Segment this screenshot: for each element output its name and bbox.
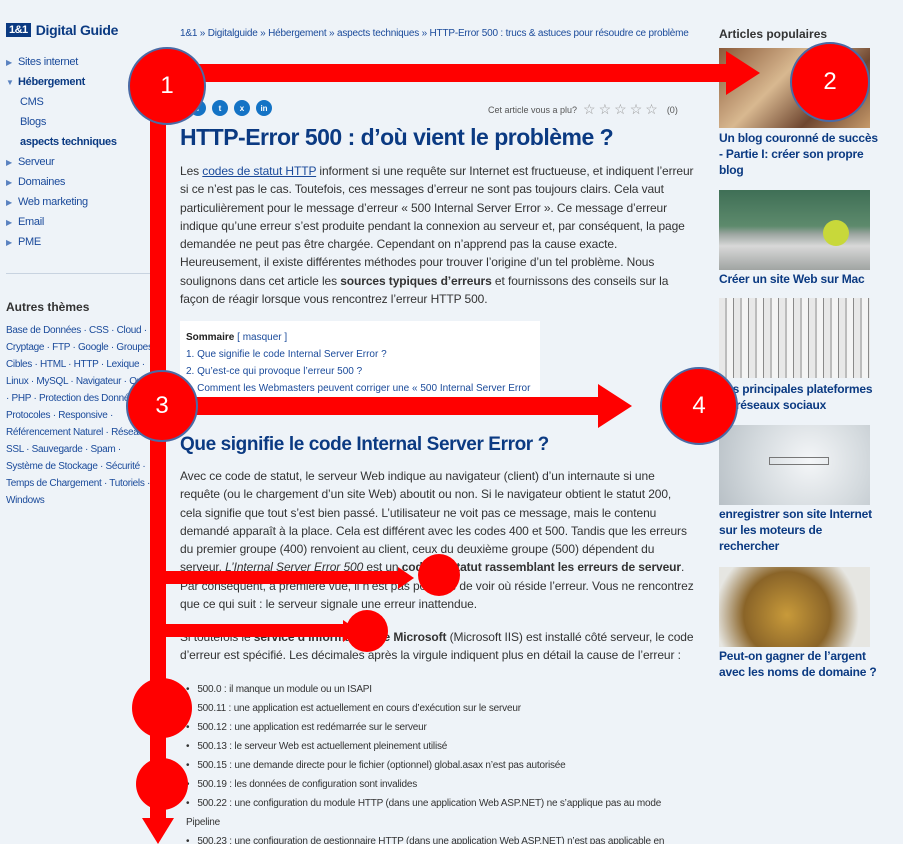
article-link[interactable]: Peut-on gagner de l’argent avec les noms…	[719, 648, 879, 680]
list-item: 500.11 : une application est actuellemen…	[186, 699, 696, 718]
nav-item-domaines[interactable]: ▶ Domaines	[6, 172, 156, 192]
popular-articles: Articles populaires Un blog couronné de …	[718, 0, 903, 844]
status-codes-link[interactable]: codes de statut HTTP	[202, 164, 316, 178]
arrow-small	[165, 624, 345, 637]
arrow-head-right	[598, 384, 632, 428]
xing-icon[interactable]: x	[234, 100, 250, 116]
toc-toggle[interactable]: [ masquer ]	[237, 332, 287, 343]
rating-stars[interactable]: ☆☆☆☆☆	[583, 101, 661, 118]
marker-dot	[136, 758, 188, 810]
marker-dot	[132, 678, 192, 738]
arrow-1-to-2	[190, 64, 730, 82]
list-item: 500.19 : les données de configuration so…	[186, 775, 696, 794]
expand-icon: ▶	[6, 157, 12, 167]
breadcrumb[interactable]: 1&1 » Digitalguide » Hébergement » aspec…	[180, 26, 690, 41]
list-item: 500.0 : il manque un module ou un ISAPI	[186, 680, 696, 699]
marker-dot	[418, 554, 460, 596]
arrow-head-right	[726, 51, 760, 95]
article-rating: Cet article vous a plu? ☆☆☆☆☆ (0)	[488, 101, 678, 118]
marker-3: 3	[126, 370, 198, 442]
list-item: 500.13 : le serveur Web est actuellement…	[186, 737, 696, 756]
sidebar-divider	[6, 273, 154, 274]
coins-jar-image[interactable]	[719, 567, 870, 647]
nav-item-pme[interactable]: ▶ PME	[6, 232, 156, 252]
popular-heading: Articles populaires	[719, 27, 828, 41]
collapse-icon: ▼	[6, 77, 14, 87]
rating-count: (0)	[666, 104, 678, 115]
arrow-small	[165, 571, 400, 584]
marker-1: 1	[128, 47, 206, 125]
nav-item-email[interactable]: ▶ Email	[6, 212, 156, 232]
article-link[interactable]: Les principales plateformes de réseaux s…	[719, 381, 879, 413]
nav-item-blogs[interactable]: Blogs	[6, 112, 156, 132]
social-media-image[interactable]	[719, 298, 870, 378]
expand-icon: ▶	[6, 177, 12, 187]
article-link[interactable]: Créer un site Web sur Mac	[719, 271, 879, 287]
marker-4: 4	[660, 367, 738, 445]
arrow-head-down	[142, 818, 174, 844]
page-title: HTTP-Error 500 : d’où vient le problème …	[180, 124, 614, 150]
toc-title: Sommaire [ masquer ]	[186, 332, 288, 343]
article-link[interactable]: Un blog couronné de succès - Partie I: c…	[719, 130, 879, 178]
expand-icon: ▶	[6, 237, 12, 247]
article-link[interactable]: enregistrer son site Internet sur les mo…	[719, 506, 879, 554]
site-logo[interactable]: 1&1 Digital Guide	[6, 22, 118, 38]
search-sketch-image[interactable]	[719, 425, 870, 505]
error-code-list: 500.0 : il manque un module ou un ISAPI …	[186, 680, 696, 844]
nav-item-aspects-techniques[interactable]: aspects techniques	[6, 132, 156, 152]
list-item: 500.22 : une configuration du module HTT…	[186, 794, 696, 832]
intro-paragraph: Les codes de statut HTTP informent si un…	[180, 164, 694, 307]
rating-label: Cet article vous a plu?	[488, 104, 578, 115]
toc-item[interactable]: 2. Qu’est-ce qui provoque l’erreur 500 ?	[186, 363, 534, 380]
logo-badge: 1&1	[6, 23, 31, 37]
nav-item-serveur[interactable]: ▶ Serveur	[6, 152, 156, 172]
marker-dot	[346, 610, 388, 652]
arrow-3-to-4	[190, 397, 600, 415]
toc-item[interactable]: 1. Que signifie le code Internal Server …	[186, 346, 534, 363]
logo-text: Digital Guide	[35, 22, 119, 38]
list-item: 500.12 : une application est redémarrée …	[186, 718, 696, 737]
section-heading: Que signifie le code Internal Server Err…	[180, 434, 549, 455]
linkedin-icon[interactable]: in	[256, 100, 272, 116]
list-item: 500.23 : une configuration de gestionnai…	[186, 832, 696, 844]
arrow-head-right	[398, 567, 414, 589]
laptop-apple-image[interactable]	[719, 190, 870, 270]
expand-icon: ▶	[6, 217, 12, 227]
expand-icon: ▶	[6, 57, 12, 67]
themes-heading: Autres thèmes	[6, 300, 90, 314]
twitter-icon[interactable]: t	[212, 100, 228, 116]
expand-icon: ▶	[6, 197, 12, 207]
marker-2: 2	[790, 42, 870, 122]
list-item: 500.15 : une demande directe pour le fic…	[186, 756, 696, 775]
nav-item-web-marketing[interactable]: ▶ Web marketing	[6, 192, 156, 212]
